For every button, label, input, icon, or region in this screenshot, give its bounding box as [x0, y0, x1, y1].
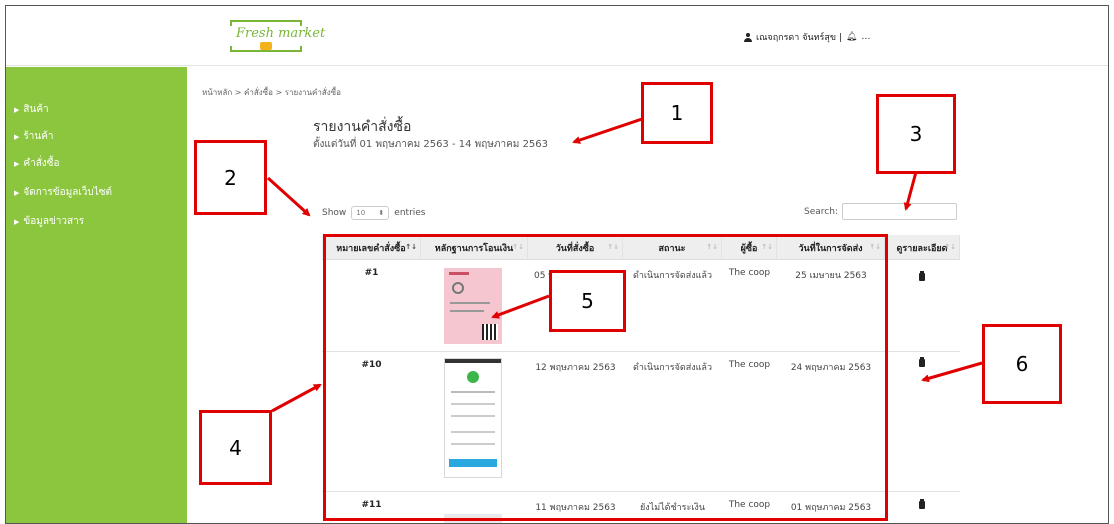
arrow-2 [266, 176, 311, 217]
annotation-arrows [266, 117, 983, 413]
arrow-1 [572, 117, 643, 144]
arrow-6 [921, 361, 983, 383]
callout-3: 3 [876, 94, 956, 174]
callout-2: 2 [194, 140, 267, 215]
callout-5: 5 [549, 270, 626, 332]
arrow-3 [903, 171, 918, 211]
app-window: Fresh market เณจฤกรดา จันทร์สุข | 🔔︎ … ▶… [5, 5, 1109, 524]
callout-6: 6 [982, 324, 1062, 404]
arrow-5 [491, 294, 550, 319]
callout-1: 1 [641, 82, 713, 144]
callout-4: 4 [199, 410, 272, 485]
arrow-4 [271, 383, 322, 413]
